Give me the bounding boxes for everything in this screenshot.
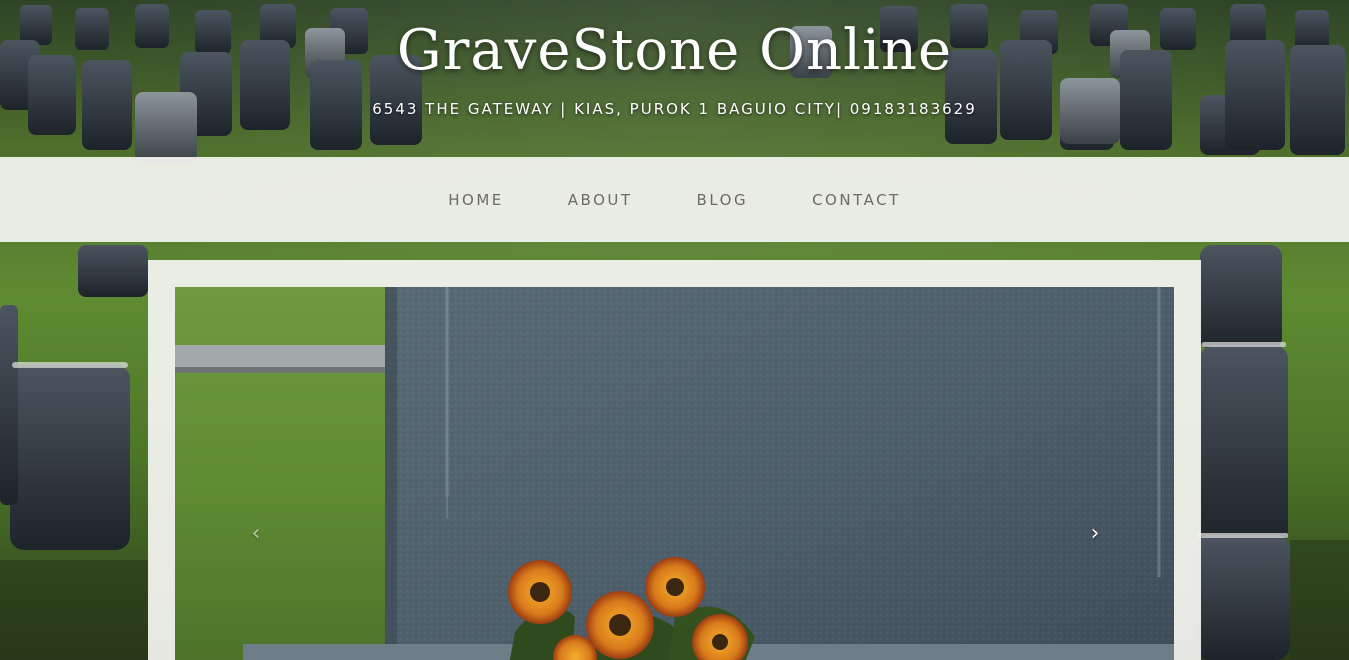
nav-list: HOME ABOUT BLOG CONTACT: [0, 157, 1349, 242]
nav-item-blog[interactable]: BLOG: [697, 191, 749, 209]
site-title[interactable]: GraveStone Online: [0, 18, 1349, 83]
nav-item-contact[interactable]: CONTACT: [812, 191, 901, 209]
carousel-next-icon[interactable]: ›: [1080, 519, 1110, 549]
nav-item-about[interactable]: ABOUT: [568, 191, 633, 209]
content-panel: ‹ ›: [148, 260, 1201, 660]
carousel-prev-icon[interactable]: ‹: [241, 519, 271, 549]
site-address: 6543 THE GATEWAY | KIAS, PUROK 1 BAGUIO …: [372, 100, 977, 118]
nav-item-home[interactable]: HOME: [448, 191, 504, 209]
gravestone-slide-image: [175, 287, 1174, 660]
image-carousel: ‹ ›: [175, 287, 1174, 660]
main-navigation: HOME ABOUT BLOG CONTACT: [0, 157, 1349, 242]
